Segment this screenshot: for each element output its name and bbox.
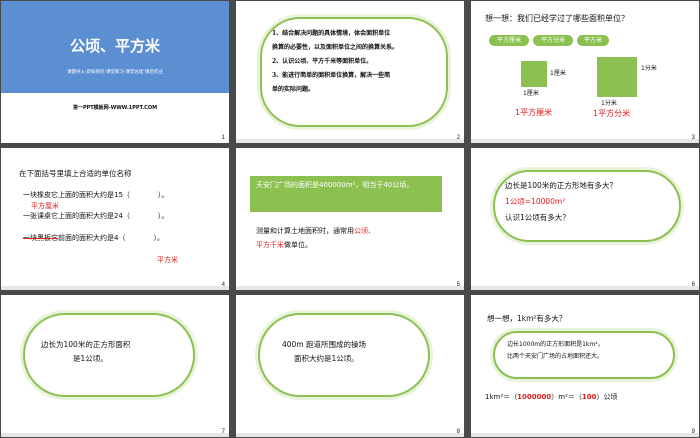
objective-line: 3、能进行简单的面积单位换算，解决一些简 (272, 72, 391, 79)
slide-6-thumbnail[interactable]: 边长是100米的正方形地有多大？ 1公顷=10000m² 认识1公顷有多大？ 6 (471, 148, 699, 290)
square-cm-label: 1平方厘米 (515, 108, 553, 117)
slide-4-thumbnail[interactable]: 在下面括号里填上合适的单位名称 一块橡皮它上面的面积大约是15（ ）。 平方厘米… (1, 148, 229, 290)
slide-number: 6 (691, 282, 695, 288)
objective-line: 1、结合解决问题的具体情境，体会面积单位 (272, 30, 391, 37)
slide-footer (1, 286, 229, 290)
square-cm-side: 1厘米 (550, 70, 566, 77)
fill-line: 一块黑板它前面的面积大约是4（ ）。 (23, 232, 164, 244)
slide-footer (236, 139, 464, 143)
slide-9-question: 想一想，1km²有多大？ (487, 314, 567, 323)
fact-text: 是1公顷。 (73, 354, 108, 363)
info-text: 边长1000m的正方形面积是1km²， (507, 341, 604, 348)
slide-7-thumbnail[interactable]: 边长为100米的正方形面积 是1公顷。 7 (1, 295, 229, 437)
slide-1-band (1, 93, 229, 143)
slide-footer (236, 286, 464, 290)
slide-footer (471, 433, 699, 437)
fact-text: 400m 跑道所围成的操场 (282, 340, 367, 349)
slide-number: 5 (456, 282, 460, 288)
slide-8-thumbnail[interactable]: 400m 跑道所围成的操场 面积大约是1公顷。 8 (236, 295, 464, 437)
slide-number: 9 (691, 429, 695, 435)
slide-1-brand: 第一PPT模板网-WWW.1PPT.COM (72, 105, 158, 111)
conversion-equation: 1km²＝（1000000）m²＝（100）公顷 (485, 391, 618, 403)
eq-part: ）m²＝（ (551, 393, 582, 401)
equation-text: 1公顷=10000m² (505, 197, 566, 206)
eq-answer: 1000000 (517, 393, 552, 401)
unit-pill: 平方分米 (533, 35, 573, 46)
objective-line: 2、认识公顷、平方千米等面积单位。 (272, 58, 373, 65)
slide-5-thumbnail[interactable]: 天安门广场的面积是400000m²，相当于40公顷。 测量和计算土地面积时，通常… (236, 148, 464, 290)
fact-box: 天安门广场的面积是400000m²，相当于40公顷。 (250, 176, 442, 212)
slide-number: 1 (221, 135, 225, 141)
slide-1-title: 公顷、平方米 (69, 37, 160, 55)
question-text: 认识1公顷有多大？ (505, 213, 570, 222)
objective-line: 单的实际问题。 (272, 86, 315, 93)
slide-3-thumbnail[interactable]: 想一想：我们已经学过了哪些面积单位？ 平方厘米 平方分米 平方米 1厘米 1厘米… (471, 1, 699, 143)
slide-number: 2 (456, 135, 460, 141)
slide-footer (236, 433, 464, 437)
text-highlight: 平方千米 (256, 241, 284, 249)
slide-number: 7 (221, 429, 225, 435)
fact-text: 边长为100米的正方形面积 (41, 340, 131, 349)
fact-text: 面积大约是1公顷。 (294, 354, 359, 363)
fill-line-text: 前面的面积大约是4（ ）。 (58, 234, 164, 242)
square-cm (521, 61, 547, 87)
unit-pill: 平方厘米 (489, 35, 529, 46)
slide-9-thumbnail[interactable]: 想一想，1km²有多大？ 边长1000m的正方形面积是1km²， 比两个天安门广… (471, 295, 699, 437)
text-highlight: 公顷、 (354, 227, 375, 235)
slide-1-subtitle: 课题导入·新知探究·课堂练习·课堂总结·课后作业 (67, 70, 163, 75)
eq-part: ）公顷 (596, 393, 618, 401)
struck-text: 一块黑板它 (23, 234, 58, 242)
text-part: 测量和计算土地面积时，通常用 (256, 227, 354, 235)
square-dm (597, 57, 637, 97)
answer-text: 平方米 (157, 256, 178, 264)
fact-cloud (23, 313, 195, 397)
slide-4-heading: 在下面括号里填上合适的单位名称 (19, 169, 132, 178)
square-dm-label: 1平方分米 (593, 109, 631, 118)
slide-footer (1, 433, 229, 437)
eq-part: 1km²＝（ (485, 393, 518, 401)
square-dm-side: 1分米 (641, 65, 657, 72)
unit-pill: 平方米 (577, 35, 609, 46)
fill-line: 一张课桌它上面的面积大约是24（ ）。 (23, 212, 169, 220)
text-part: 做单位。 (284, 241, 312, 249)
slide-number: 4 (221, 282, 225, 288)
slide-5-text: 测量和计算土地面积时，通常用公顷、 平方千米做单位。 (256, 224, 375, 252)
eq-answer: 100 (581, 393, 597, 401)
slide-footer (471, 139, 699, 143)
slide-3-question: 想一想：我们已经学过了哪些面积单位？ (485, 14, 629, 23)
slide-number: 3 (691, 135, 695, 141)
info-text: 比两个天安门广场的占地面积还大。 (507, 353, 604, 360)
square-cm-bottom: 1厘米 (523, 90, 539, 97)
slide-1-thumbnail[interactable]: 公顷、平方米 课题导入·新知探究·课堂练习·课堂总结·课后作业 第一PPT模板网… (1, 1, 229, 143)
objective-line: 换算的必要性，以及面积单位之间的换算关系。 (272, 44, 399, 51)
objectives-text: 1、结合解决问题的具体情境，体会面积单位 换算的必要性，以及面积单位之间的换算关… (272, 27, 398, 97)
slide-number: 8 (456, 429, 460, 435)
question-text: 边长是100米的正方形地有多大？ (505, 181, 617, 190)
slide-footer (471, 286, 699, 290)
slide-2-thumbnail[interactable]: 1、结合解决问题的具体情境，体会面积单位 换算的必要性，以及面积单位之间的换算关… (236, 1, 464, 143)
